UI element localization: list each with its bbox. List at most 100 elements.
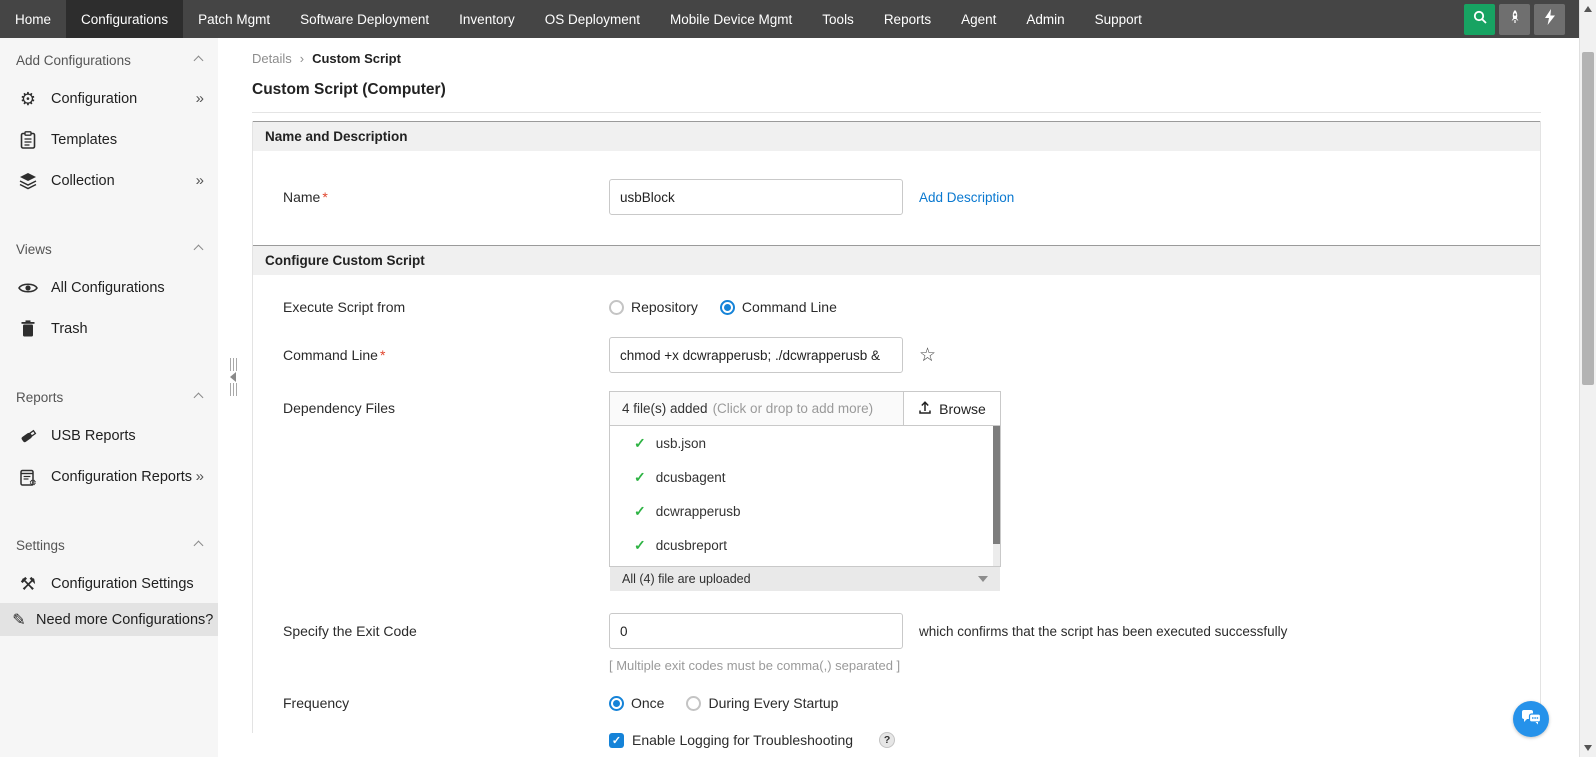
- search-icon: [1472, 9, 1488, 30]
- nav-item-home[interactable]: Home: [0, 0, 66, 38]
- nav-item-support[interactable]: Support: [1080, 0, 1157, 38]
- sidebar-section-views: Views: [0, 227, 218, 261]
- sidebar-item-all-configurations[interactable]: All Configurations: [0, 267, 218, 308]
- sidebar-item-configuration-reports[interactable]: ⚙ Configuration Reports »: [0, 456, 218, 497]
- sidebar-item-label: Configuration Settings: [51, 576, 194, 592]
- radio-repository[interactable]: [609, 300, 624, 315]
- browse-label: Browse: [939, 401, 986, 417]
- chevron-down-icon: [978, 576, 988, 582]
- file-list-scrollbar-thumb[interactable]: [993, 426, 1000, 544]
- dependency-files-widget: 4 file(s) added (Click or drop to add mo…: [609, 391, 1001, 591]
- page-scrollbar[interactable]: [1579, 0, 1596, 757]
- chevron-up-icon[interactable]: [194, 56, 204, 66]
- dependency-file-list: ✓ usb.json ✓ dcusbagent ✓ dcwrapperusb ✓…: [609, 426, 1001, 567]
- frequency-label: Frequency: [283, 695, 609, 711]
- command-line-row: Command Line* ☆: [253, 337, 1540, 373]
- scroll-down-arrow[interactable]: [1584, 745, 1592, 751]
- exit-code-row: Specify the Exit Code which confirms tha…: [253, 613, 1540, 649]
- name-input[interactable]: [609, 179, 903, 215]
- file-list-scrollbar-track[interactable]: [993, 426, 1000, 566]
- command-line-input[interactable]: [609, 337, 903, 373]
- breadcrumb-details-link[interactable]: Details: [252, 51, 292, 66]
- sidebar-section-settings: Settings: [0, 523, 218, 557]
- nav-item-software-deployment[interactable]: Software Deployment: [285, 0, 444, 38]
- sidebar-footer-label: Need more Configurations?: [36, 612, 213, 628]
- dependency-files-row: Dependency Files 4 file(s) added (Click …: [253, 391, 1540, 591]
- section-title: Name and Description: [265, 129, 408, 144]
- scroll-up-arrow[interactable]: [1584, 6, 1592, 12]
- file-row-dcwrapperusb: ✓ dcwrapperusb: [610, 494, 1000, 528]
- need-more-configurations[interactable]: ✎ Need more Configurations?: [0, 603, 218, 636]
- sidebar-item-trash[interactable]: Trash: [0, 308, 218, 349]
- nav-item-tools[interactable]: Tools: [807, 0, 869, 38]
- enable-logging-label[interactable]: Enable Logging for Troubleshooting: [632, 732, 853, 748]
- nav-item-reports[interactable]: Reports: [869, 0, 946, 38]
- pen-icon: ✎: [8, 610, 30, 630]
- nav-item-configurations[interactable]: Configurations: [66, 0, 183, 38]
- required-asterisk: *: [380, 347, 385, 363]
- sidebar-collapse-handle[interactable]: [230, 358, 242, 400]
- lightning-icon: [1543, 9, 1557, 30]
- clipboard-icon: [16, 131, 40, 149]
- nav-item-inventory[interactable]: Inventory: [444, 0, 530, 38]
- enable-logging-checkbox[interactable]: ✓: [609, 733, 624, 748]
- radio-once[interactable]: [609, 696, 624, 711]
- scrollbar-thumb[interactable]: [1582, 52, 1594, 385]
- sidebar: Add Configurations ⚙ Configuration » Tem…: [0, 38, 218, 757]
- submenu-arrow-icon: »: [196, 172, 204, 189]
- search-button[interactable]: [1464, 4, 1495, 35]
- sidebar-item-label: Configuration: [51, 91, 137, 107]
- chevron-up-icon[interactable]: [194, 541, 204, 551]
- radio-command-line-label[interactable]: Command Line: [742, 299, 837, 315]
- clipboard-gear-icon: ⚙: [16, 468, 40, 486]
- config-form: Name and Description Name* Add Descripti…: [252, 121, 1541, 733]
- dependency-upload-bar: 4 file(s) added (Click or drop to add mo…: [609, 391, 1001, 426]
- launcher-button[interactable]: [1499, 4, 1530, 35]
- help-icon[interactable]: ?: [879, 732, 895, 748]
- radio-every-startup-label[interactable]: During Every Startup: [708, 695, 838, 711]
- name-label: Name*: [283, 189, 609, 205]
- required-asterisk: *: [322, 189, 327, 205]
- rocket-icon: [1507, 9, 1523, 30]
- nav-item-admin[interactable]: Admin: [1011, 0, 1079, 38]
- file-row-dcusbreport: ✓ dcusbreport: [610, 528, 1000, 562]
- sidebar-item-label: USB Reports: [51, 428, 136, 444]
- add-description-link[interactable]: Add Description: [919, 190, 1014, 205]
- chat-support-button[interactable]: [1513, 701, 1549, 737]
- usb-icon: [16, 427, 40, 444]
- upload-status-bar[interactable]: All (4) file are uploaded: [610, 567, 1000, 591]
- frequency-row: Frequency Once During Every Startup: [253, 695, 1540, 711]
- file-row-dcusbagent: ✓ dcusbagent: [610, 460, 1000, 494]
- breadcrumb-current: Custom Script: [312, 51, 401, 66]
- browse-button[interactable]: Browse: [903, 392, 1000, 425]
- radio-every-startup[interactable]: [686, 696, 701, 711]
- page-title: Custom Script (Computer): [252, 81, 1579, 99]
- quick-actions-button[interactable]: [1534, 4, 1565, 35]
- grip-lines-icon: [230, 358, 238, 371]
- file-name: usb.json: [656, 436, 706, 451]
- sidebar-item-collection[interactable]: Collection »: [0, 160, 218, 201]
- sidebar-item-label: Trash: [51, 321, 88, 337]
- radio-repository-label[interactable]: Repository: [631, 299, 698, 315]
- chevron-up-icon[interactable]: [194, 393, 204, 403]
- nav-item-os-deployment[interactable]: OS Deployment: [530, 0, 655, 38]
- chevron-up-icon[interactable]: [194, 245, 204, 255]
- dependency-files-label: Dependency Files: [283, 400, 609, 416]
- layers-icon: [16, 172, 40, 190]
- exit-code-input[interactable]: [609, 613, 903, 649]
- sidebar-item-configuration-settings[interactable]: ⚒ Configuration Settings: [0, 563, 218, 604]
- radio-command-line[interactable]: [720, 300, 735, 315]
- sidebar-item-templates[interactable]: Templates: [0, 119, 218, 160]
- nav-item-patch-mgmt[interactable]: Patch Mgmt: [183, 0, 285, 38]
- main-content: Details › Custom Script Custom Script (C…: [218, 38, 1579, 757]
- star-icon[interactable]: ☆: [919, 346, 936, 365]
- nav-item-agent[interactable]: Agent: [946, 0, 1011, 38]
- command-line-label: Command Line*: [283, 347, 609, 363]
- sidebar-item-configuration[interactable]: ⚙ Configuration »: [0, 78, 218, 119]
- sidebar-item-usb-reports[interactable]: USB Reports: [0, 415, 218, 456]
- radio-once-label[interactable]: Once: [631, 695, 664, 711]
- file-row-usb-json: ✓ usb.json: [610, 426, 1000, 460]
- nav-item-mobile-device-mgmt[interactable]: Mobile Device Mgmt: [655, 0, 807, 38]
- execute-script-from-row: Execute Script from Repository Command L…: [253, 299, 1540, 315]
- file-drop-zone[interactable]: 4 file(s) added (Click or drop to add mo…: [610, 392, 903, 425]
